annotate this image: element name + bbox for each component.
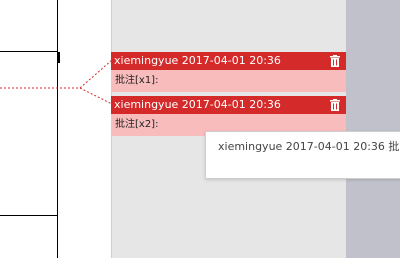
comment-card[interactable]: xiemingyue 2017-04-01 20:36 批注[x2]: [111,96,346,136]
comment-header: xiemingyue 2017-04-01 20:36 [111,52,346,70]
right-gutter [346,0,400,258]
comment-connector-lines [0,59,112,105]
comment-card[interactable]: xiemingyue 2017-04-01 20:36 批注[x1]: [111,52,346,92]
comment-author-time: xiemingyue 2017-04-01 20:36 [114,54,281,67]
trash-icon[interactable] [330,99,340,111]
connector-line-to-comment-1 [79,59,112,89]
comment-body[interactable]: 批注[x1]: [111,70,346,92]
comment-header: xiemingyue 2017-04-01 20:36 [111,96,346,114]
connector-line-to-comment-2 [79,87,112,105]
comment-tooltip: xiemingyue 2017-04-01 20:36 批 [205,131,400,179]
trash-icon[interactable] [330,55,340,67]
table-border-bottom [0,215,58,216]
comment-author-time: xiemingyue 2017-04-01 20:36 [114,98,281,111]
